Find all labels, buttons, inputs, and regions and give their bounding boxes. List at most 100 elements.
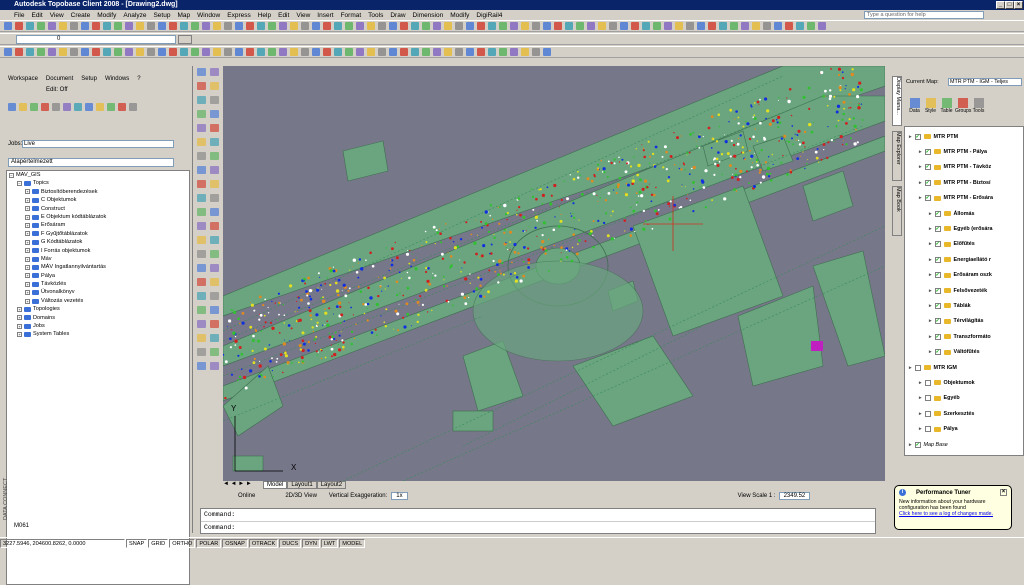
explorer-tool-icon[interactable] (30, 103, 38, 111)
display-tool-button[interactable]: Data (907, 98, 922, 114)
status-toggle[interactable]: DUCS (279, 539, 302, 548)
toolbar-icon[interactable] (114, 22, 122, 30)
expand-icon[interactable]: + (17, 332, 22, 338)
toolbar-icon[interactable] (235, 48, 243, 56)
draw-tool-icon[interactable] (210, 82, 219, 90)
draw-tool-icon[interactable] (210, 278, 219, 286)
toolbar-icon[interactable] (356, 22, 364, 30)
explorer-tool-icon[interactable] (96, 103, 104, 111)
expand-icon[interactable]: ▸ (929, 226, 932, 232)
toolbar-icon[interactable] (268, 22, 276, 30)
expand-icon[interactable]: ▸ (909, 134, 912, 140)
layer-checkbox[interactable]: ✓ (934, 241, 941, 248)
tree-node[interactable]: + System Tables (7, 330, 189, 338)
expand-icon[interactable]: ▸ (929, 241, 932, 247)
toolbar-icon[interactable] (807, 22, 815, 30)
expand-icon[interactable]: ▸ (919, 426, 922, 432)
draw-tool-icon[interactable] (197, 110, 206, 118)
toolbar-icon[interactable] (235, 22, 243, 30)
toolbar-icon[interactable] (653, 22, 661, 30)
draw-tool-icon[interactable] (197, 68, 206, 76)
tree-node[interactable]: + Útvonalkönyv (7, 288, 189, 296)
tree-node[interactable]: + Változás vezetés (7, 297, 189, 305)
explorer-menu-item[interactable]: Setup (81, 76, 97, 82)
toolbar-icon[interactable] (114, 48, 122, 56)
toolbar-icon[interactable] (246, 22, 254, 30)
layer-item[interactable]: ▸ ✓ MTR PTM - Távköz (905, 160, 991, 175)
toolbar-icon[interactable] (103, 22, 111, 30)
view-scale-input[interactable]: 2349.52 (778, 492, 811, 500)
toolbar-icon[interactable] (631, 22, 639, 30)
layer-item[interactable]: ▸ ✓ Egyéb (erősára (905, 221, 992, 236)
side-tab[interactable]: Map Explorer (892, 131, 902, 181)
explorer-menu-item[interactable]: Workspace (8, 76, 38, 82)
draw-tool-icon[interactable] (210, 68, 219, 76)
status-toggle[interactable]: ORTHO (169, 539, 196, 548)
explorer-tool-icon[interactable] (107, 103, 115, 111)
profile-select[interactable]: Alapértelmezett (8, 158, 174, 167)
toolbar-icon[interactable] (609, 22, 617, 30)
draw-tool-icon[interactable] (197, 334, 206, 342)
tree-node[interactable]: + Topologies (7, 305, 189, 313)
toolbar-icon[interactable] (81, 48, 89, 56)
draw-tool-icon[interactable] (197, 124, 206, 132)
expand-icon[interactable]: ▸ (929, 334, 932, 340)
explorer-tool-icon[interactable] (85, 103, 93, 111)
command-window[interactable]: Command: Command: (200, 508, 876, 534)
menu-item[interactable]: Express (227, 12, 250, 19)
tab-layout1[interactable]: Layout1 (287, 481, 317, 489)
tab-nav-buttons[interactable]: ◄ ◄ ► ► (223, 481, 263, 489)
toolbar-icon[interactable] (477, 48, 485, 56)
expand-icon[interactable]: + (25, 281, 30, 287)
toolbar-icon[interactable] (576, 22, 584, 30)
layer-combo[interactable]: 0 (16, 34, 176, 44)
toolbar-icon[interactable] (136, 22, 144, 30)
toolbar-icon[interactable] (455, 48, 463, 56)
toolbar-icon[interactable] (37, 48, 45, 56)
toolbar-icon[interactable] (125, 48, 133, 56)
expand-icon[interactable]: ▸ (909, 365, 912, 371)
toolbar-icon[interactable] (323, 48, 331, 56)
toolbar-icon[interactable] (191, 22, 199, 30)
expand-icon[interactable]: ▸ (919, 395, 922, 401)
layer-item[interactable]: ▸ MTR IGM (905, 360, 957, 375)
layer-item[interactable]: ▸ Egyéb (905, 391, 960, 406)
maximize-button[interactable]: □ (1005, 1, 1014, 9)
vert-exag-select[interactable]: 1x (391, 492, 408, 500)
draw-tool-icon[interactable] (210, 166, 219, 174)
expand-icon[interactable]: − (9, 172, 14, 178)
tree-node[interactable]: + Pálya (7, 272, 189, 280)
layer-checkbox[interactable] (924, 410, 931, 417)
toolbar-icon[interactable] (15, 22, 23, 30)
status-toggle[interactable]: MODEL (339, 539, 366, 548)
draw-tool-icon[interactable] (210, 222, 219, 230)
toolbar-icon[interactable] (796, 22, 804, 30)
menu-item[interactable]: Analyze (123, 12, 146, 19)
layer-item[interactable]: ▸ ✓ Térvilágítás (905, 314, 983, 329)
status-toggle[interactable]: POLAR (196, 539, 222, 548)
layer-item[interactable]: ▸ Szerkesztés (905, 406, 974, 421)
status-toggle[interactable]: DYN (302, 539, 320, 548)
layer-checkbox[interactable] (924, 379, 931, 386)
display-tool-button[interactable]: Tools (971, 98, 986, 114)
menu-item[interactable]: Map (177, 12, 190, 19)
toolbar-icon[interactable] (433, 22, 441, 30)
layer-checkbox[interactable]: ✓ (934, 210, 941, 217)
toolbar-icon[interactable] (389, 22, 397, 30)
tree-node[interactable]: + Construct (7, 205, 189, 213)
menu-item[interactable]: Draw (390, 12, 405, 19)
toolbar-icon[interactable] (422, 22, 430, 30)
expand-icon[interactable]: + (25, 231, 30, 237)
draw-tool-icon[interactable] (210, 180, 219, 188)
toolbar-icon[interactable] (191, 48, 199, 56)
toolbar-icon[interactable] (488, 22, 496, 30)
draw-tool-icon[interactable] (197, 250, 206, 258)
toolbar-icon[interactable] (224, 22, 232, 30)
layer-checkbox[interactable] (914, 364, 921, 371)
menu-item[interactable]: File (14, 12, 24, 19)
explorer-tool-icon[interactable] (74, 103, 82, 111)
layer-checkbox[interactable]: ✓ (934, 272, 941, 279)
status-toggle[interactable]: OSNAP (222, 539, 248, 548)
explorer-tool-icon[interactable] (118, 103, 126, 111)
toolbar-icon[interactable] (15, 48, 23, 56)
